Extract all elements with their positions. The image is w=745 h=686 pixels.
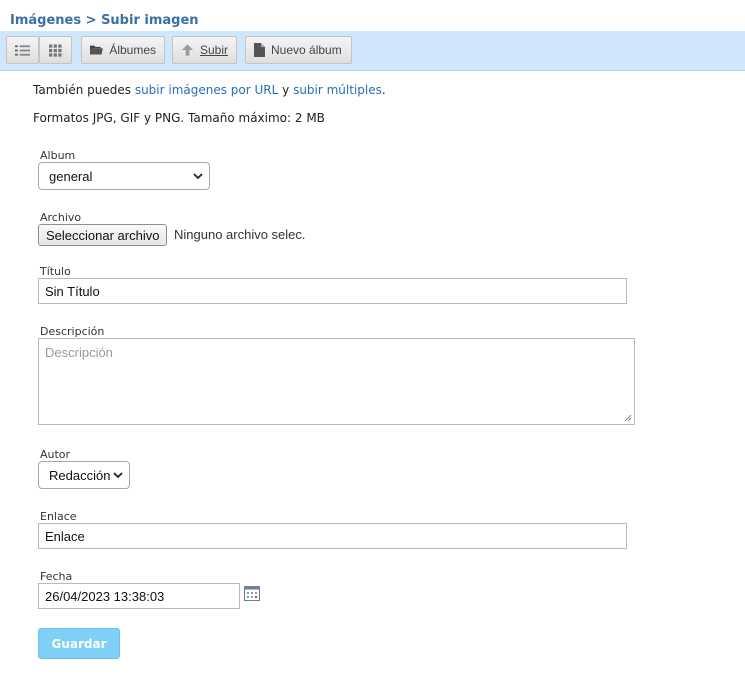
breadcrumb-parent[interactable]: Imágenes: [10, 13, 81, 28]
date-label: Fecha: [40, 570, 73, 583]
upload-label: Subir: [199, 43, 228, 57]
save-button[interactable]: Guardar: [38, 628, 120, 659]
choose-file-button[interactable]: Seleccionar archivo: [38, 224, 168, 246]
author-select[interactable]: Redacción: [38, 461, 130, 489]
upload-arrow-icon: [181, 44, 194, 56]
list-view-icon: [15, 44, 30, 56]
upload-alternatives-text: También puedes subir imágenes por URL y …: [33, 83, 386, 97]
breadcrumb-current: Subir imagen: [101, 13, 199, 28]
albums-label: Álbumes: [109, 43, 156, 57]
grid-view-icon: [49, 43, 62, 57]
album-label: Album: [40, 149, 76, 162]
breadcrumb-separator: >: [85, 13, 97, 28]
upload-button[interactable]: Subir: [172, 36, 237, 64]
breadcrumb: Imágenes > Subir imagen: [10, 13, 199, 28]
link-label: Enlace: [40, 510, 77, 523]
new-album-label: Nuevo álbum: [271, 43, 342, 57]
chevron-down-icon: [193, 172, 203, 179]
resize-handle-icon[interactable]: [624, 414, 632, 422]
album-select[interactable]: general: [38, 162, 210, 190]
title-input[interactable]: Sin Título: [38, 278, 627, 304]
description-placeholder: Descripción: [45, 345, 113, 360]
link-input[interactable]: Enlace: [38, 523, 627, 549]
upload-multiple-link[interactable]: subir múltiples: [293, 83, 382, 97]
file-label: Archivo: [40, 211, 82, 224]
grid-view-button[interactable]: [39, 36, 72, 64]
document-icon: [254, 43, 265, 57]
upload-by-url-link[interactable]: subir imágenes por URL: [135, 83, 279, 97]
albums-button[interactable]: Álbumes: [81, 36, 165, 64]
list-view-button[interactable]: [6, 36, 39, 64]
new-album-button[interactable]: Nuevo álbum: [245, 36, 352, 64]
title-label: Título: [40, 265, 71, 278]
author-select-value: Redacción: [49, 467, 111, 483]
description-label: Descripción: [40, 325, 105, 338]
folder-icon: [90, 45, 103, 55]
date-input[interactable]: 26/04/2023 13:38:03: [38, 583, 240, 609]
album-select-value: general: [49, 168, 93, 184]
author-label: Autor: [40, 448, 71, 461]
description-textarea[interactable]: Descripción: [38, 338, 635, 425]
formats-text: Formatos JPG, GIF y PNG. Tamaño máximo: …: [33, 111, 325, 125]
toolbar: Álbumes Subir Nuevo álbum: [0, 31, 745, 71]
calendar-icon[interactable]: [244, 586, 260, 601]
chevron-down-icon: [113, 471, 123, 478]
file-status: Ninguno archivo selec.: [174, 227, 306, 242]
